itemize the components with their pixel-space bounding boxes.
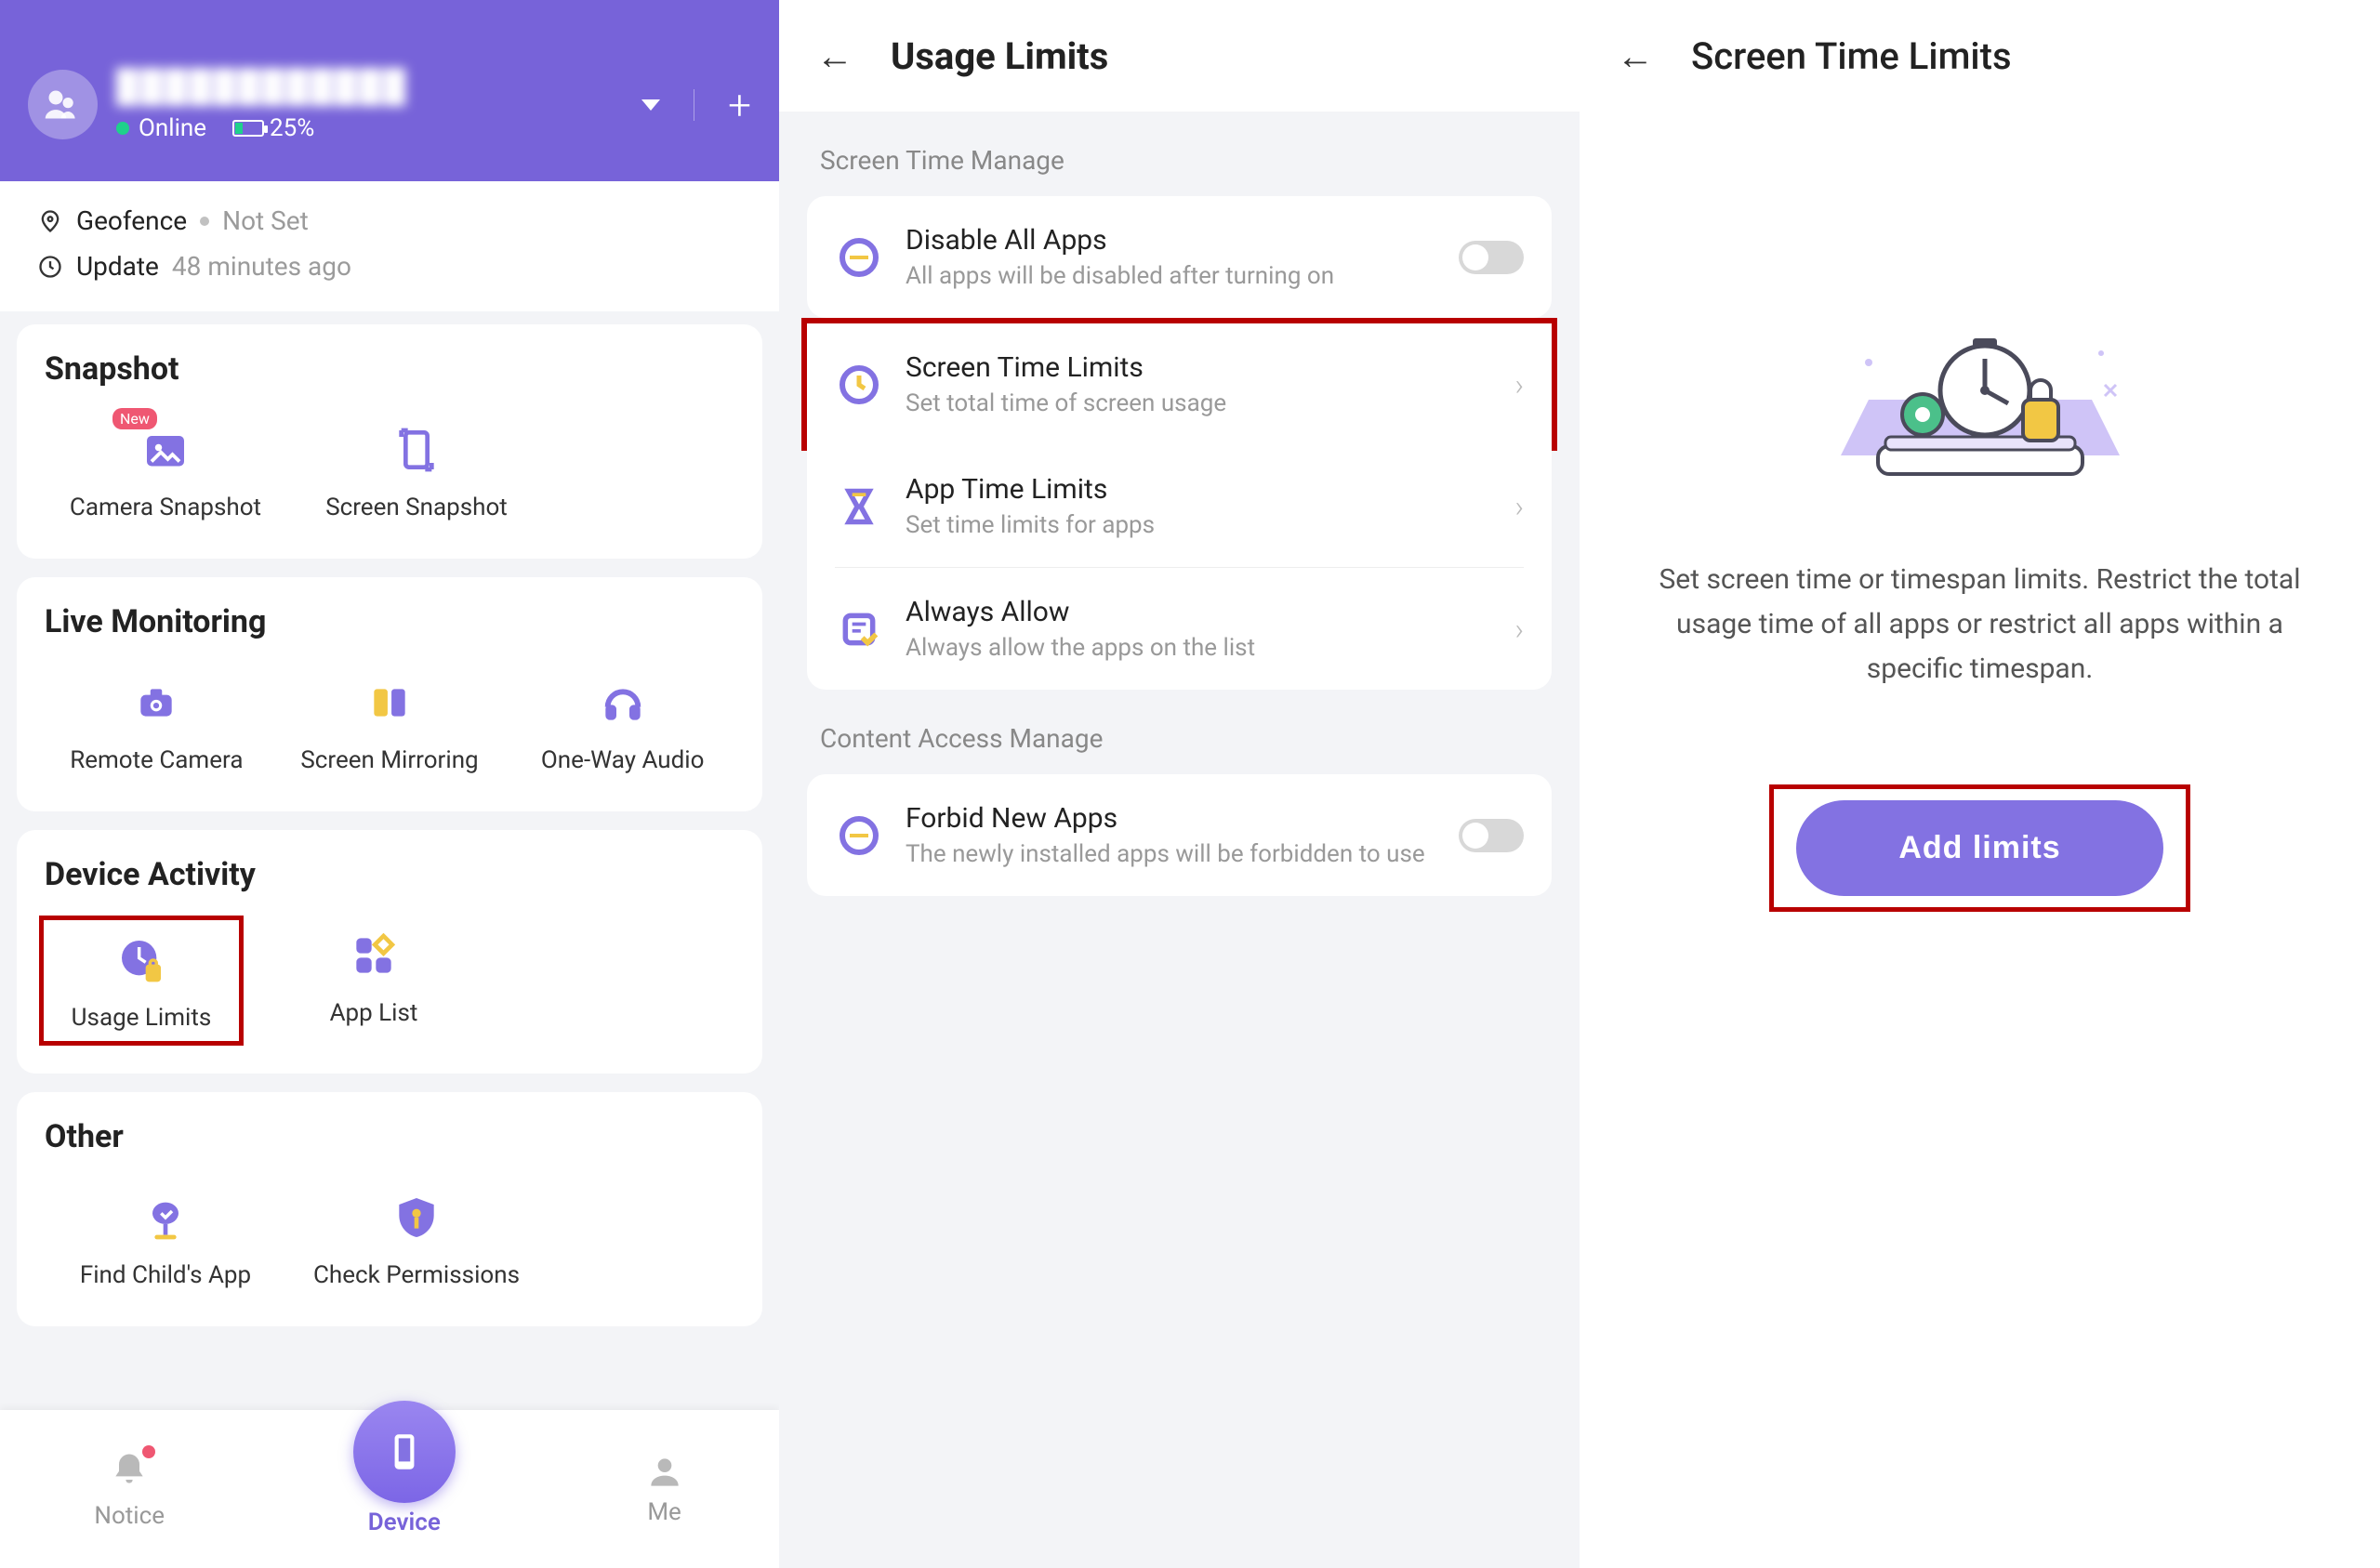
screen-time-limits-title: Screen Time Limits <box>906 351 1492 384</box>
screen-time-limits-highlight: Screen Time Limits Set total time of scr… <box>801 318 1557 451</box>
one-way-audio-item[interactable]: One-Way Audio <box>510 663 734 784</box>
device-activity-card: Device Activity Usage Limits App List <box>17 830 762 1074</box>
forbid-new-apps-title: Forbid New Apps <box>906 802 1436 835</box>
live-monitoring-card: Live Monitoring Remote Camera Screen Mir… <box>17 577 762 811</box>
geofence-value: Not Set <box>222 205 309 236</box>
screen-time-limits-row[interactable]: Screen Time Limits Set total time of scr… <box>807 323 1552 445</box>
online-status: Online <box>139 114 206 142</box>
activity-title: Device Activity <box>45 856 734 893</box>
disable-all-apps-desc: All apps will be disabled after turning … <box>906 262 1436 290</box>
chevron-right-icon: › <box>1514 612 1524 647</box>
usage-limits-header: ← Usage Limits <box>779 0 1580 112</box>
dropdown-icon[interactable] <box>641 99 660 111</box>
status-dot-icon <box>200 217 209 226</box>
device-meta: Geofence Not Set Update 48 minutes ago <box>0 181 779 311</box>
disable-apps-icon <box>835 233 883 282</box>
live-title: Live Monitoring <box>45 603 734 640</box>
remote-camera-item[interactable]: Remote Camera <box>45 663 269 784</box>
disable-all-apps-row[interactable]: Disable All Apps All apps will be disabl… <box>807 196 1552 318</box>
screen-time-limits-desc: Set screen time or timespan limits. Rest… <box>1646 558 2315 692</box>
forbid-new-apps-row[interactable]: Forbid New Apps The newly installed apps… <box>807 774 1552 896</box>
disable-all-apps-toggle[interactable] <box>1459 241 1524 274</box>
online-dot-icon <box>116 122 129 135</box>
camera-snapshot-item[interactable]: New Camera Snapshot <box>45 410 286 531</box>
chevron-right-icon: › <box>1514 489 1524 524</box>
tab-me[interactable]: Me <box>644 1452 685 1526</box>
update-label: Update <box>76 251 159 282</box>
update-value: 48 minutes ago <box>172 251 351 282</box>
add-limits-button[interactable]: Add limits <box>1796 800 2162 896</box>
app-time-limits-desc: Set time limits for apps <box>906 511 1492 539</box>
battery-icon <box>232 120 264 137</box>
add-limits-highlight: Add limits <box>1769 784 2189 912</box>
forbid-new-apps-icon <box>835 811 883 860</box>
other-title: Other <box>45 1118 734 1155</box>
screen-mirroring-label: Screen Mirroring <box>300 746 478 774</box>
forbid-new-apps-toggle[interactable] <box>1459 819 1524 852</box>
app-time-limits-title: App Time Limits <box>906 473 1492 506</box>
camera-snapshot-label: Camera Snapshot <box>70 494 261 521</box>
notification-dot-icon <box>142 1445 155 1458</box>
screen-mirroring-item[interactable]: Screen Mirroring <box>278 663 502 784</box>
screen-time-limits-icon <box>835 361 883 409</box>
app-time-limits-icon <box>835 482 883 531</box>
screen-time-manage-card: Disable All Apps All apps will be disabl… <box>807 196 1552 318</box>
always-allow-title: Always Allow <box>906 596 1492 628</box>
tab-me-label: Me <box>647 1498 681 1526</box>
one-way-audio-label: One-Way Audio <box>541 746 705 774</box>
screen-snapshot-label: Screen Snapshot <box>325 494 508 521</box>
screen-time-manage-label: Screen Time Manage <box>779 112 1580 196</box>
forbid-new-apps-desc: The newly installed apps will be forbidd… <box>906 840 1436 868</box>
add-device-button[interactable]: + <box>728 85 751 125</box>
find-childs-app-item[interactable]: Find Child's App <box>45 1178 286 1298</box>
content-access-manage-label: Content Access Manage <box>779 690 1580 774</box>
app-list-label: App List <box>330 999 418 1027</box>
geofence-icon <box>37 208 63 234</box>
screen-time-limits-header: ← Screen Time Limits <box>1580 0 2380 112</box>
screen-time-limits-page-title: Screen Time Limits <box>1691 34 2012 78</box>
other-card: Other Find Child's App Check Permissions <box>17 1092 762 1326</box>
new-badge: New <box>112 408 157 429</box>
disable-all-apps-title: Disable All Apps <box>906 224 1436 257</box>
usage-limits-item[interactable]: Usage Limits <box>39 916 244 1046</box>
battery-percent: 25% <box>270 114 314 142</box>
usage-limits-label: Usage Limits <box>72 1004 212 1032</box>
limits-illustration <box>1813 297 2148 502</box>
content-access-card: Forbid New Apps The newly installed apps… <box>807 774 1552 896</box>
device-panel: ████████████ Online 25% + Geofence Not S… <box>0 0 779 1568</box>
username: ████████████ <box>116 68 407 105</box>
avatar[interactable] <box>28 70 98 139</box>
always-allow-desc: Always allow the apps on the list <box>906 634 1492 662</box>
device-header: ████████████ Online 25% + <box>0 0 779 181</box>
check-permissions-item[interactable]: Check Permissions <box>296 1178 537 1298</box>
tab-device-label: Device <box>368 1509 441 1536</box>
geofence-label: Geofence <box>76 205 187 236</box>
back-button[interactable]: ← <box>1617 34 1654 78</box>
always-allow-icon <box>835 605 883 653</box>
remote-camera-label: Remote Camera <box>70 746 243 774</box>
screen-snapshot-item[interactable]: Screen Snapshot <box>296 410 537 531</box>
tab-notice-label: Notice <box>94 1502 165 1530</box>
usage-limits-title: Usage Limits <box>891 34 1108 78</box>
battery-indicator: 25% <box>232 114 314 142</box>
screen-time-manage-card-cont: App Time Limits Set time limits for apps… <box>807 445 1552 690</box>
snapshot-title: Snapshot <box>45 350 734 388</box>
bottom-tabbar: Notice Device Me <box>0 1410 779 1568</box>
back-button[interactable]: ← <box>816 34 853 78</box>
tab-device[interactable]: Device <box>353 1442 456 1536</box>
check-permissions-label: Check Permissions <box>313 1261 520 1289</box>
app-time-limits-row[interactable]: App Time Limits Set time limits for apps… <box>807 445 1552 567</box>
tab-notice[interactable]: Notice <box>94 1449 165 1530</box>
app-list-item[interactable]: App List <box>253 916 495 1046</box>
find-app-label: Find Child's App <box>80 1261 251 1289</box>
usage-limits-panel: ← Usage Limits Screen Time Manage Disabl… <box>779 0 1580 1568</box>
screen-time-limits-panel: ← Screen Time Limits Set sc <box>1580 0 2380 1568</box>
clock-icon <box>37 254 63 280</box>
device-tab-icon <box>353 1401 456 1503</box>
chevron-right-icon: › <box>1514 367 1524 402</box>
always-allow-row[interactable]: Always Allow Always allow the apps on th… <box>835 567 1524 690</box>
snapshot-card: Snapshot New Camera Snapshot Screen Snap… <box>17 324 762 559</box>
screen-time-limits-desc: Set total time of screen usage <box>906 389 1492 417</box>
